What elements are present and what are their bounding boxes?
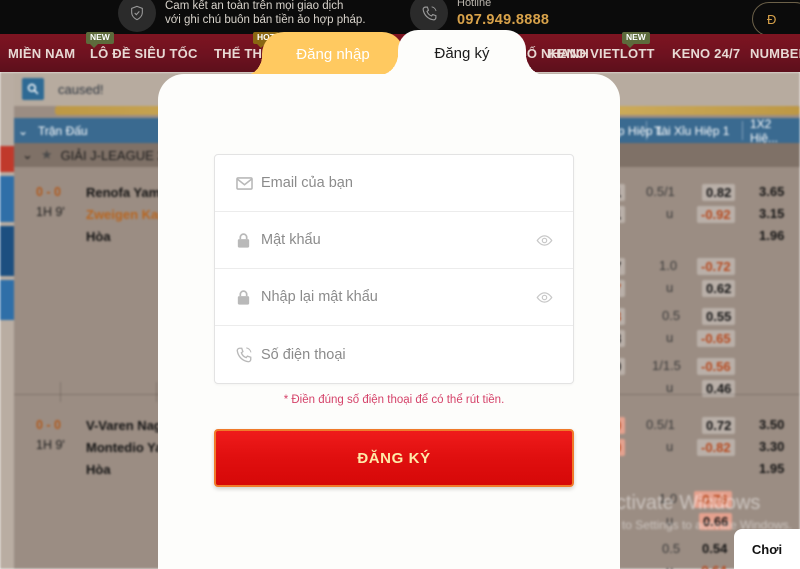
promo-hotline: Hotline 097.949.8888 xyxy=(410,0,549,32)
odds-row2-line2: u xyxy=(666,280,674,295)
odds2-line2: u xyxy=(666,439,674,454)
league-chevron-icon[interactable]: ⌄ xyxy=(22,147,33,163)
nav-item-keno-24-7[interactable]: KENO 24/7 xyxy=(672,34,740,72)
header-divider-2 xyxy=(646,121,647,140)
nav-item-lo-de-sieu-toc[interactable]: LÔ ĐỀ SIÊU TỐC xyxy=(90,34,198,72)
toggle-password-visibility-icon[interactable] xyxy=(533,232,555,249)
odds2-1x2-home[interactable]: 3.50 xyxy=(759,417,784,432)
lock-icon xyxy=(235,232,261,249)
envelope-icon xyxy=(235,174,261,193)
sidebar-chip-red xyxy=(0,146,14,172)
password-field-row[interactable] xyxy=(215,212,573,269)
nav-item-mien-nam[interactable]: MIỀN NAM xyxy=(8,34,75,72)
app-root: caused! ⌄ Trận Đấu Cược Chấp Hiệp 1 Tài … xyxy=(0,0,800,569)
team-draw: Hòa xyxy=(86,229,111,244)
odds2-1x2-away[interactable]: 1.95 xyxy=(759,461,784,476)
header-col-overunder: Tài Xỉu Hiệp 1 xyxy=(654,123,730,138)
odds-1x2-draw[interactable]: 3.15 xyxy=(759,206,784,221)
windows-activation-watermark: Activate Windows Go to Settings to activ… xyxy=(603,490,792,533)
odds-1x2-home[interactable]: 3.65 xyxy=(759,184,784,199)
promo-bar: Cam kết an toàn trên mọi giao dịch với g… xyxy=(0,0,800,34)
promo-guarantee: Cam kết an toàn trên mọi giao dịch với g… xyxy=(118,0,366,32)
match-time: 1H 9' xyxy=(36,205,65,219)
phone-hint-text: * Điền đúng số điện thoại để có thể rút … xyxy=(283,394,505,406)
password-input[interactable] xyxy=(261,232,533,248)
odds-row2-line1: 1.0 xyxy=(659,258,678,273)
hotline-label: Hotline xyxy=(457,0,492,10)
confirm-password-field-row[interactable] xyxy=(215,269,573,326)
odds-ou-price-2[interactable]: -0.92 xyxy=(697,206,735,223)
odds-ou-price-1[interactable]: 0.82 xyxy=(702,184,736,201)
register-modal: * Điền đúng số điện thoại để có thể rút … xyxy=(158,74,620,569)
promo-line-2: với ghi chú buôn bán tiền ảo hợp pháp. xyxy=(165,14,366,26)
odds2-price1[interactable]: 0.72 xyxy=(702,417,736,434)
odds-row2-price1[interactable]: -0.72 xyxy=(697,258,735,275)
odds-row4-line2: u xyxy=(666,380,674,395)
odds2c-line2: u xyxy=(666,563,673,569)
match-score: 0 - 0 xyxy=(36,185,62,199)
search-input-text[interactable]: caused! xyxy=(58,82,104,97)
register-form xyxy=(214,154,574,384)
toggle-confirm-password-visibility-icon[interactable] xyxy=(533,289,555,306)
email-field-row[interactable] xyxy=(215,155,573,212)
register-submit-button[interactable]: ĐĂNG KÝ xyxy=(214,429,574,487)
nav-item-number-game[interactable]: NUMBER GAME xyxy=(750,34,800,72)
odds-ou-line-1: 0.5/1 xyxy=(646,184,675,199)
header-chevron-icon[interactable]: ⌄ xyxy=(18,118,28,143)
league-star-icon[interactable]: ★ xyxy=(41,147,53,163)
tab-register[interactable]: Đăng ký xyxy=(376,30,548,76)
search-icon[interactable] xyxy=(22,78,44,100)
nav-item-keno-vietlott[interactable]: KENO VIETLOTT xyxy=(548,34,655,72)
header-col-match: Trận Đấu xyxy=(38,123,88,138)
phone-input[interactable] xyxy=(261,346,555,363)
odds2c-line1: 0.5 xyxy=(662,541,681,556)
phone-field-row[interactable] xyxy=(215,326,573,383)
odds-row4-line1: 1/1.5 xyxy=(652,358,681,373)
sidebar-chip-blue-2 xyxy=(0,280,14,320)
odds2c-price1[interactable]: 0.54 xyxy=(702,541,727,556)
match2-time: 1H 9' xyxy=(36,438,65,452)
header-divider-3 xyxy=(742,121,743,140)
odds-row2-price2[interactable]: 0.62 xyxy=(702,280,736,297)
match2-score: 0 - 0 xyxy=(36,418,62,432)
odds-row3-price2[interactable]: -0.65 xyxy=(697,330,735,347)
team2-draw: Hòa xyxy=(86,462,111,477)
lock-icon xyxy=(235,289,261,306)
odds2-price2[interactable]: -0.82 xyxy=(697,439,735,456)
promo-line-1: Cam kết an toàn trên mọi giao dịch xyxy=(165,0,344,12)
odds-ou-line-2: u xyxy=(666,206,674,221)
header-col-1x2: 1X2 Hiệ... xyxy=(750,116,779,145)
shield-check-icon xyxy=(118,0,156,32)
phone-icon xyxy=(235,346,261,364)
odds2-1x2-draw[interactable]: 3.30 xyxy=(759,439,784,454)
odds-row3-line1: 0.5 xyxy=(662,308,681,323)
odds-row3-line2: u xyxy=(666,330,674,345)
hotline-number: 097.949.8888 xyxy=(457,11,550,28)
odds-1x2-away[interactable]: 1.96 xyxy=(759,228,784,243)
corner-popup-button[interactable]: Chơi xyxy=(734,529,800,569)
confirm-password-input[interactable] xyxy=(261,289,533,305)
phone-ring-icon xyxy=(410,0,448,32)
watermark-line-1: Activate Windows xyxy=(602,491,761,514)
sidebar-chip-blue xyxy=(0,176,14,222)
odds2c-price2[interactable]: -0.64 xyxy=(697,563,727,569)
odds-row3-price1[interactable]: 0.55 xyxy=(702,308,736,325)
account-pill-button[interactable]: Đ xyxy=(752,2,800,34)
odds-row4-price1[interactable]: -0.56 xyxy=(697,358,735,375)
odds2-line1: 0.5/1 xyxy=(646,417,675,432)
email-input[interactable] xyxy=(261,175,555,191)
sidebar-chip-darkblue xyxy=(0,226,14,276)
